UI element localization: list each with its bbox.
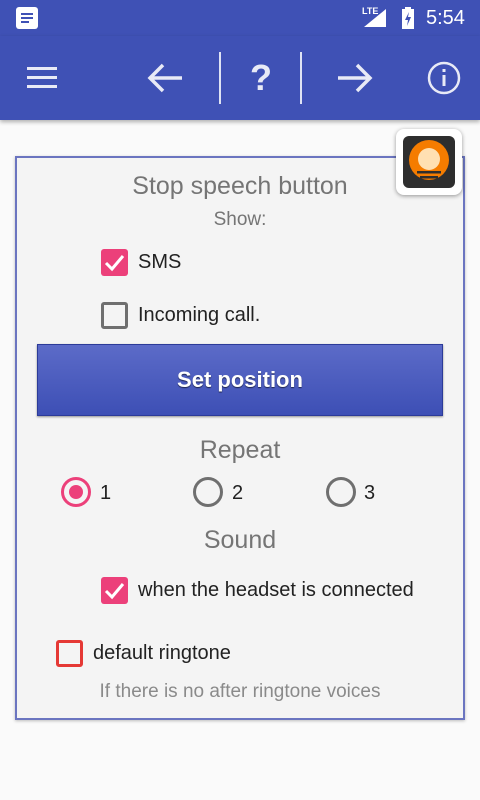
default-ringtone-label: default ringtone (93, 642, 231, 664)
set-position-button[interactable]: Set position (37, 344, 443, 416)
menu-icon (27, 67, 57, 88)
incoming-call-checkbox[interactable] (101, 302, 128, 329)
info-button[interactable] (414, 48, 474, 108)
default-ringtone-checkbox[interactable] (56, 640, 83, 667)
repeat-radio-2[interactable] (193, 477, 223, 507)
sms-label: SMS (138, 251, 182, 273)
incoming-call-label: Incoming call. (138, 304, 261, 326)
repeat-radio-1[interactable] (61, 477, 91, 507)
notification-icon (16, 7, 38, 29)
repeat-option-1-label: 1 (100, 482, 112, 504)
help-button[interactable]: ? (231, 48, 291, 108)
section-title: Stop speech button (132, 172, 348, 200)
repeat-option-2-label: 2 (232, 482, 244, 504)
info-icon (427, 61, 461, 95)
forward-button[interactable] (325, 48, 385, 108)
show-label: Show: (213, 209, 267, 230)
checkmark-icon (104, 583, 125, 600)
help-icon: ? (250, 57, 272, 98)
headset-checkbox[interactable] (101, 577, 128, 604)
back-button[interactable] (135, 48, 195, 108)
headset-label: when the headset is connected (138, 579, 414, 601)
signal-icon (364, 9, 386, 27)
arrow-right-icon (338, 63, 373, 93)
toolbar: ? (0, 36, 480, 120)
status-bar: LTE 5:54 (0, 0, 480, 36)
battery-icon (402, 7, 414, 29)
toolbar-divider (300, 52, 302, 104)
repeat-title: Repeat (199, 436, 281, 464)
sms-checkbox[interactable] (101, 249, 128, 276)
status-clock: 5:54 (426, 7, 465, 29)
menu-button[interactable] (12, 48, 72, 108)
checkmark-icon (104, 255, 125, 272)
sound-title: Sound (203, 526, 277, 554)
toolbar-divider (219, 52, 221, 104)
ringtone-note: If there is no after ringtone voices (99, 681, 381, 702)
arrow-left-icon (147, 63, 182, 93)
repeat-radio-3[interactable] (326, 477, 356, 507)
repeat-option-3-label: 3 (364, 482, 376, 504)
